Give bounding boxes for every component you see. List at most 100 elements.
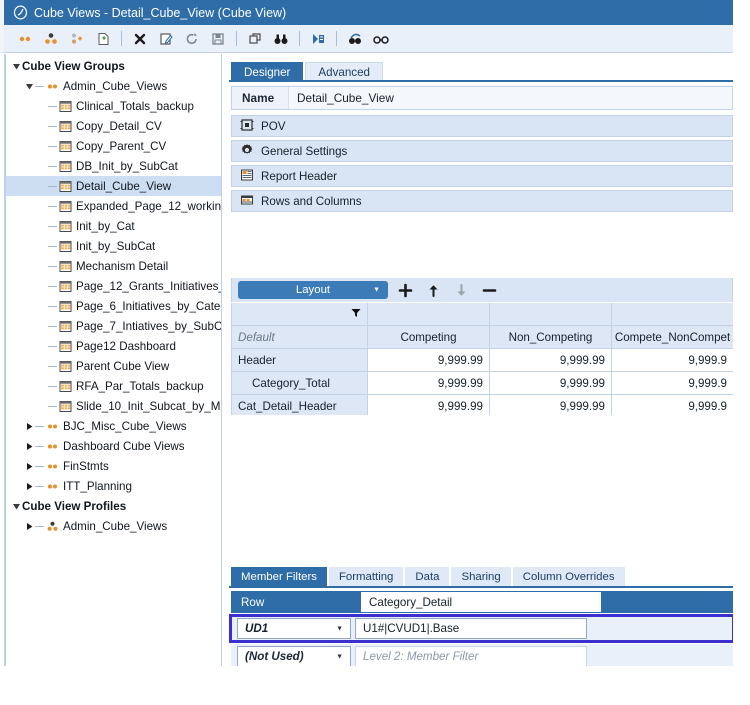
delete-icon[interactable] [129,28,151,50]
data-cell[interactable]: 9,999.99 [490,349,612,372]
edit-icon[interactable] [155,28,177,50]
section-general-settings[interactable]: General Settings [231,140,733,162]
tree-item[interactable]: Cube View Groups [6,56,221,76]
tree-item[interactable]: Expanded_Page_12_workin [6,196,221,216]
column-header-cell[interactable]: Competing [368,326,490,349]
column-header-cell[interactable]: Compete_NonCompet [612,326,733,349]
grid-filter-cell[interactable] [368,303,490,326]
move-down-button[interactable] [450,280,472,300]
grid-filter-cell[interactable] [612,303,733,326]
filter-icon[interactable] [351,308,361,321]
tree-item[interactable]: Copy_Parent_CV [6,136,221,156]
section-rows-and-columns[interactable]: Rows and Columns [231,190,733,212]
data-cell[interactable]: 9,999.99 [490,395,612,415]
section-report-header[interactable]: Report Header [231,165,733,187]
tree-item[interactable]: ITT_Planning [6,476,221,496]
add-member-icon[interactable] [66,28,88,50]
chevron-down-icon[interactable] [10,500,22,512]
tab-advanced[interactable]: Advanced [305,62,383,81]
two-dots-icon[interactable] [14,28,36,50]
tree-item[interactable]: Page_12_Grants_Initiatives_ [6,276,221,296]
tree-item[interactable]: RFA_Par_Totals_backup [6,376,221,396]
table-row[interactable]: Cat_Detail_Header 9,999.99 9,999.99 9,999.9 [232,395,733,415]
tab-data[interactable]: Data [405,567,450,587]
tree-item[interactable]: Mechanism Detail [6,256,221,276]
section-pov[interactable]: POV [231,115,733,137]
tree-item[interactable]: Slide_10_Init_Subcat_by_M [6,396,221,416]
chevron-right-icon[interactable] [23,420,35,432]
data-cell[interactable]: 9,999.9 [612,349,733,372]
tree-item[interactable]: FinStmts [6,456,221,476]
chevron-right-icon[interactable] [23,520,35,532]
tree-item[interactable]: Detail_Cube_View [6,176,221,196]
grid-filter-row [232,303,733,326]
row-name-cell[interactable]: Default [232,326,368,349]
tree-item[interactable]: Admin_Cube_Views [6,516,221,536]
name-input[interactable]: Detail_Cube_View [288,87,732,109]
grid-filter-cell[interactable] [232,303,368,326]
chevron-down-icon[interactable] [10,60,22,72]
layout-grid[interactable]: Default Competing Non_Competing Compete_Non… [231,303,733,415]
drill-down-icon[interactable] [344,28,366,50]
row-name-cell[interactable]: Header [232,349,368,372]
tree-item[interactable]: Parent Cube View [6,356,221,376]
tab-column-overrides[interactable]: Column Overrides [512,567,625,587]
data-cell[interactable]: 9,999.9 [612,372,733,395]
data-cell[interactable]: 9,999.99 [368,349,490,372]
table-row[interactable]: Default Competing Non_Competing Compete_Non… [232,326,733,349]
data-cell[interactable]: 9,999.99 [368,395,490,415]
add-row-button[interactable] [394,280,416,300]
tab-formatting[interactable]: Formatting [328,567,404,587]
tree-item[interactable]: Page12 Dashboard [6,336,221,356]
member-filter-input-notused[interactable]: Level 2: Member Filter [355,646,587,666]
binoculars-icon[interactable] [270,28,292,50]
tree-item-label: Admin_Cube_Views [63,79,168,93]
member-filter-row-notused[interactable]: (Not Used) ▼ Level 2: Member Filter [231,644,733,666]
chevron-down-icon[interactable] [23,80,35,92]
tree-item[interactable]: Init_by_Cat [6,216,221,236]
dimension-select-ud1[interactable]: UD1 ▼ [237,618,351,639]
tree-item[interactable]: Init_by_SubCat [6,236,221,256]
tree-item[interactable]: Clinical_Totals_backup [6,96,221,116]
tab-sharing[interactable]: Sharing [451,567,511,587]
chevron-right-icon[interactable] [23,440,35,452]
save-icon[interactable] [207,28,229,50]
tree-item[interactable]: Admin_Cube_Views [6,76,221,96]
tree-item[interactable]: Dashboard Cube Views [6,436,221,456]
layout-button-label: Layout [295,284,331,296]
tree-item-label: Admin_Cube_Views [63,519,168,533]
column-header-cell[interactable]: Non_Competing [490,326,612,349]
tree-item[interactable]: DB_Init_by_SubCat [6,156,221,176]
member-filter-input-ud1[interactable]: U1#|CVUD1|.Base [355,618,587,639]
tree-item[interactable]: Cube View Profiles [6,496,221,516]
data-cell[interactable]: 9,999.9 [612,395,733,415]
row-name-cell[interactable]: Cat_Detail_Header [232,395,368,415]
layout-dropdown-button[interactable]: Layout ▼ [238,281,388,299]
data-cell[interactable]: 9,999.99 [368,372,490,395]
dimension-select-notused[interactable]: (Not Used) ▼ [237,646,351,666]
row-value-input[interactable]: Category_Detail [361,592,601,612]
tab-designer[interactable]: Designer [231,62,304,81]
grid-filter-cell[interactable] [490,303,612,326]
tab-member-filters[interactable]: Member Filters [231,567,327,587]
tree-item[interactable]: Page_7_Intiatives_by_SubCa [6,316,221,336]
glasses-icon[interactable] [370,28,392,50]
data-cell[interactable]: 9,999.99 [490,372,612,395]
new-document-icon[interactable] [92,28,114,50]
chevron-right-icon[interactable] [23,460,35,472]
execute-icon[interactable] [307,28,329,50]
tree-item[interactable]: BJC_Misc_Cube_Views [6,416,221,436]
refresh-icon[interactable] [181,28,203,50]
table-row[interactable]: Category_Total 9,999.99 9,999.99 9,999.9 [232,372,733,395]
cube-view-group-icon[interactable] [40,28,62,50]
remove-row-button[interactable] [478,280,500,300]
table-row[interactable]: Header 9,999.99 9,999.99 9,999.9 [232,349,733,372]
tree-item[interactable]: Copy_Detail_CV [6,116,221,136]
chevron-right-icon[interactable] [23,480,35,492]
cube-view-tree[interactable]: Cube View Groups Admin_Cube_Views Clinical… [4,54,222,666]
copy-icon[interactable] [244,28,266,50]
tree-item[interactable]: Page_6_Initiatives_by_Categ [6,296,221,316]
member-filter-row-ud1[interactable]: UD1 ▼ U1#|CVUD1|.Base [229,614,733,643]
row-name-cell[interactable]: Category_Total [232,372,368,395]
move-up-button[interactable] [422,280,444,300]
